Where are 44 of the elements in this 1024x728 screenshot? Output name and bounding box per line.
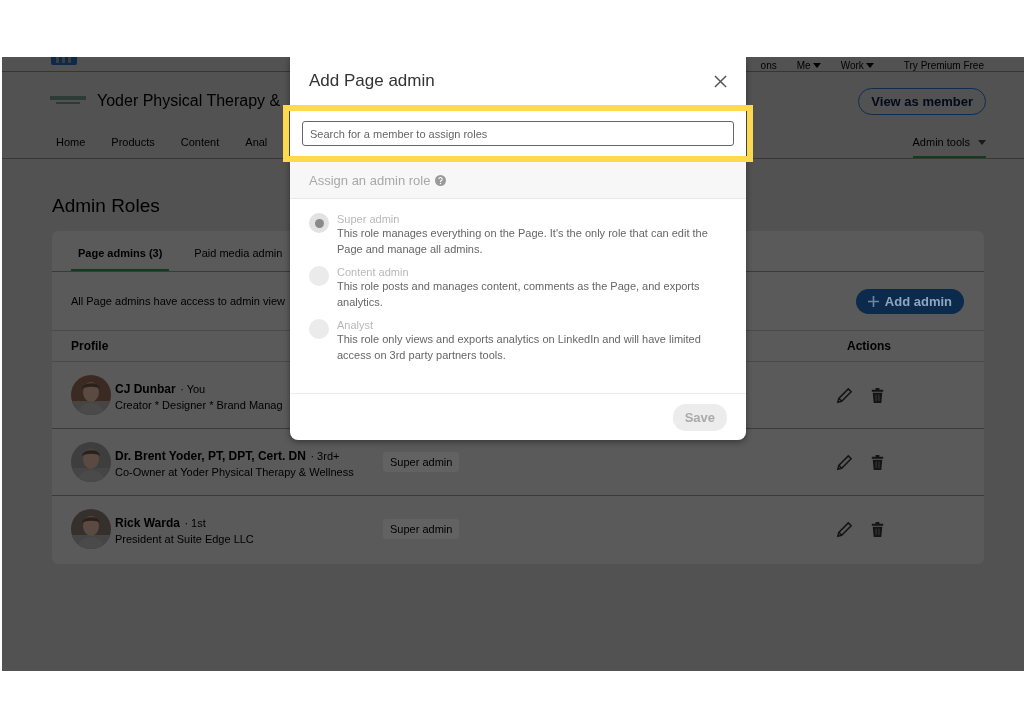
admin-tab[interactable]: Paid media admin (187, 231, 290, 271)
nav-menu-item[interactable]: ons (760, 59, 777, 71)
caret-icon (978, 139, 986, 145)
info-text: All Page admins have access to admin view (71, 295, 285, 307)
connection-degree: · 1st (184, 517, 206, 529)
page-heading: Admin Roles (52, 195, 161, 217)
role-tag: Super admin (383, 452, 460, 472)
connection-degree: · 3rd+ (310, 450, 340, 462)
add-admin-button[interactable]: Add admin (855, 288, 964, 314)
nav-menu-item[interactable]: Work (840, 59, 864, 71)
admin-tools-tab[interactable]: Admin tools (912, 136, 986, 158)
role-description: This role only views and exports analytics on LinkedIn and will have limited access on 3rd party partners tools. (337, 332, 702, 363)
admin-tab[interactable]: Page admins (3) (71, 231, 170, 271)
edit-icon[interactable] (835, 452, 854, 472)
page-nav-tab[interactable]: Anal (245, 136, 268, 158)
admin-headline: President at Suite Edge LLC (115, 533, 254, 545)
help-icon[interactable] (435, 174, 447, 186)
role-description: This role posts and manages content, comments as the Page, and exports analytics. (337, 279, 701, 310)
plus-icon (867, 295, 879, 307)
company-name: Yoder Physical Therapy & (97, 92, 281, 110)
page-nav-tab[interactable]: Home (56, 136, 86, 158)
section-title: Assign an admin role (309, 172, 431, 188)
nav-menu-item[interactable]: Me (796, 59, 811, 71)
admin-headline: Co-Owner at Yoder Physical Therapy & Wellness (115, 466, 354, 478)
role-name: Analyst (337, 319, 375, 331)
connection-degree: · You (180, 383, 206, 395)
role-name: Content admin (337, 266, 410, 278)
page-nav-tab[interactable]: Content (180, 136, 220, 158)
admin-name[interactable]: CJ Dunbar (115, 382, 176, 396)
role-tag: Super admin (383, 519, 460, 539)
admin-name[interactable]: Rick Warda (115, 516, 180, 530)
close-icon[interactable] (714, 74, 727, 88)
column-header: Actions (847, 339, 891, 353)
role-name: Super admin (337, 213, 401, 225)
role-description: This role manages everything on the Page. It's the only role that can edit the Page and manage all admins. (337, 226, 709, 257)
dialog-title: Add Page admin (309, 71, 435, 91)
admin-name[interactable]: Dr. Brent Yoder, PT, DPT, Cert. DN (115, 449, 306, 463)
search-field[interactable]: Search for a member to assign roles (302, 121, 734, 146)
edit-icon[interactable] (835, 519, 854, 539)
edit-icon[interactable] (835, 385, 854, 405)
page-nav-tab[interactable]: Products (111, 136, 155, 158)
admin-headline: Creator * Designer * Brand Manag (115, 399, 283, 411)
premium-link[interactable]: Try Premium Free (903, 59, 984, 71)
column-header: Profile (71, 339, 109, 353)
